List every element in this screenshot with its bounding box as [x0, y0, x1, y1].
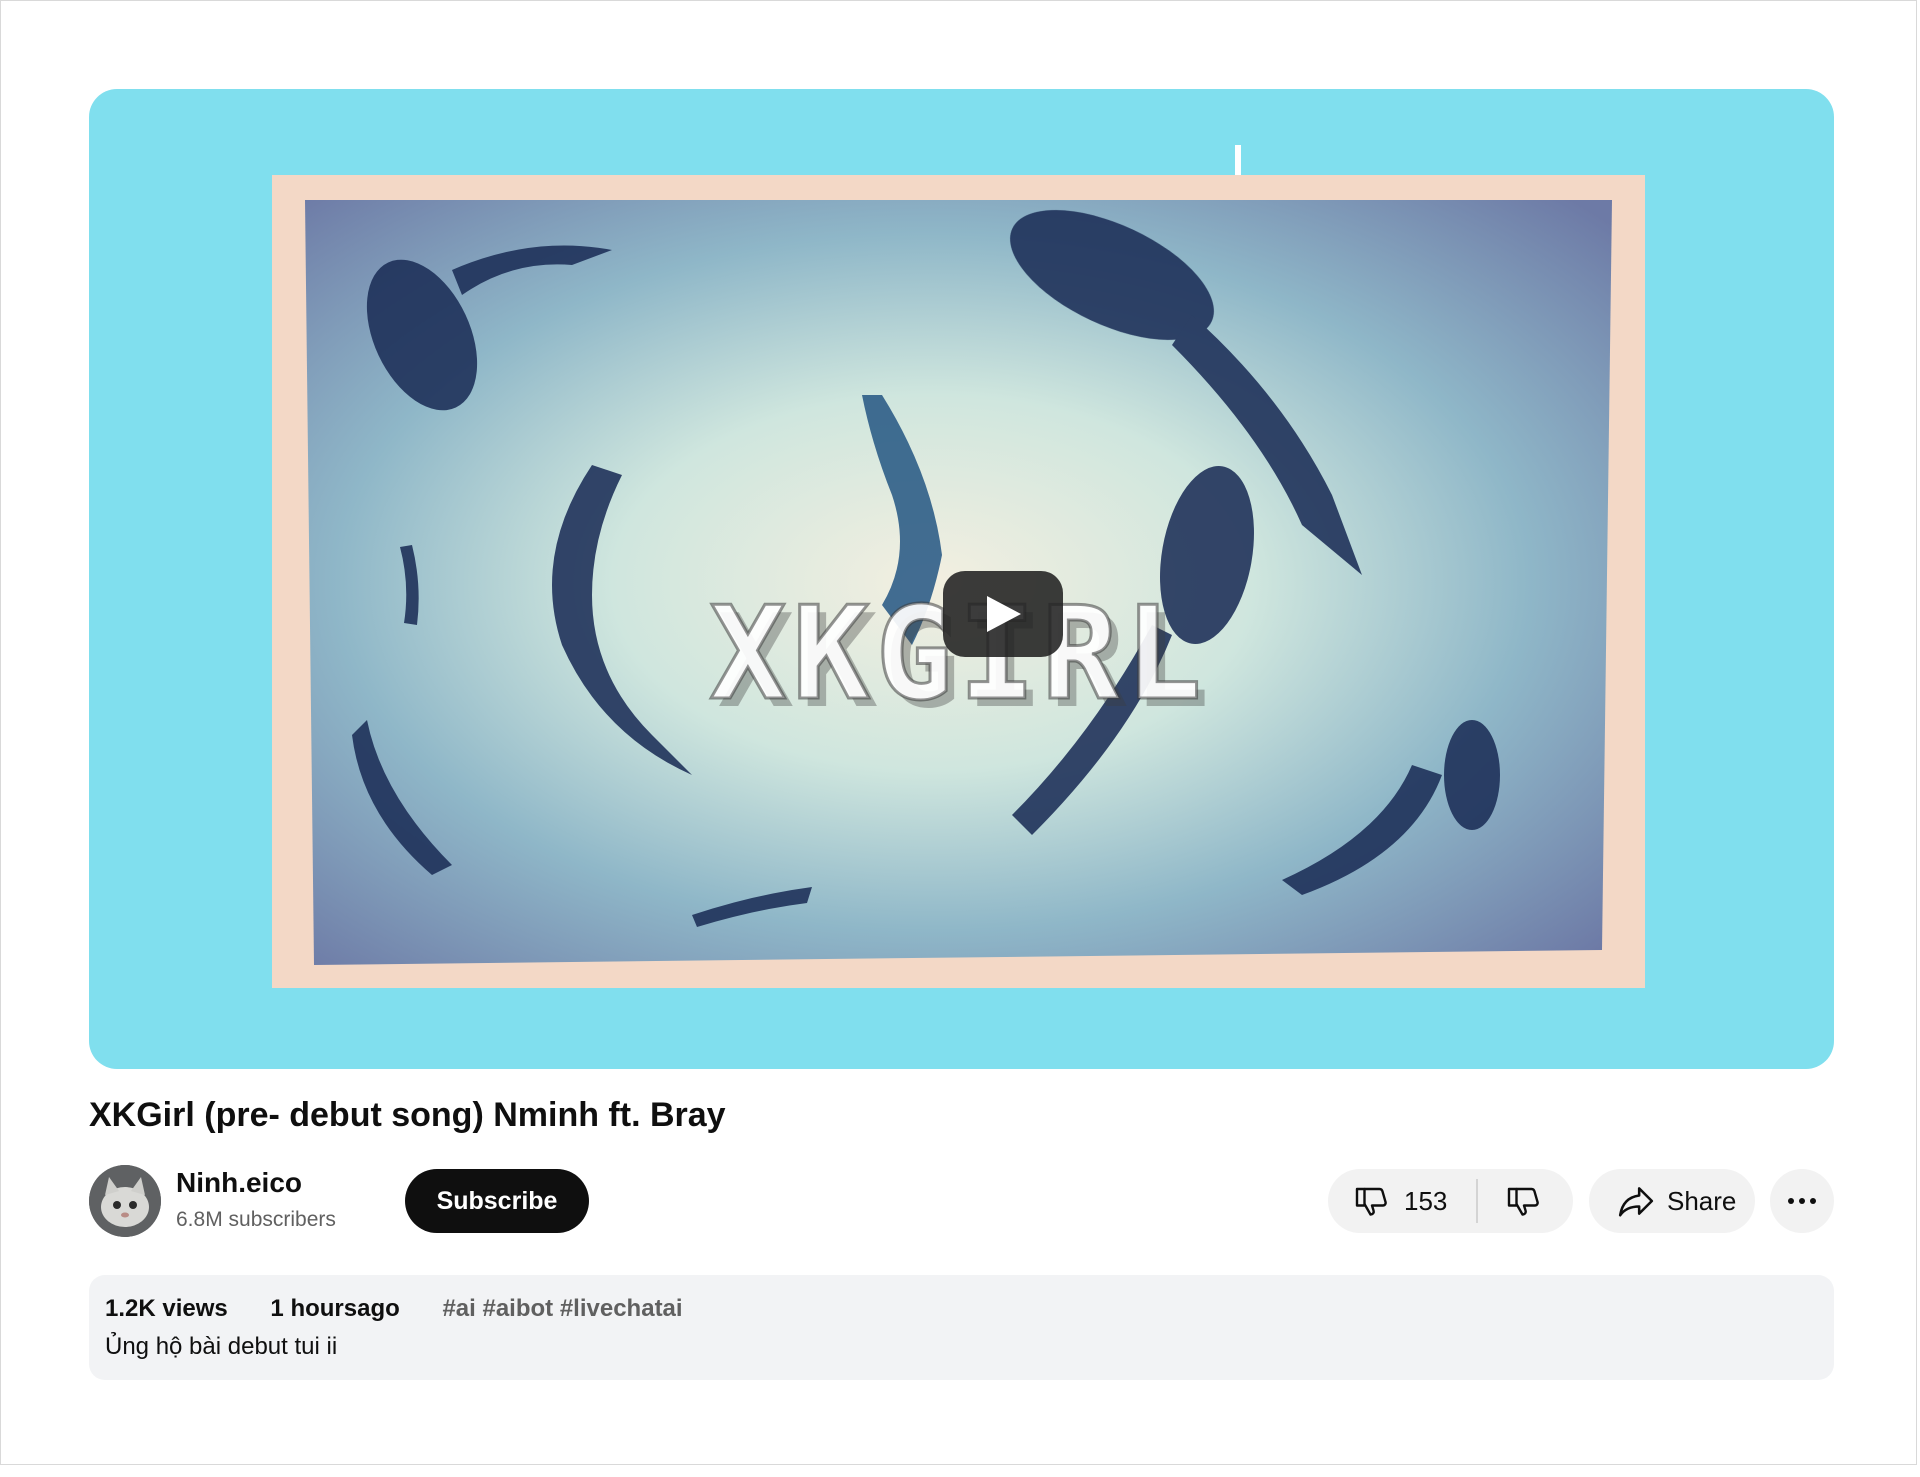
- more-actions-button[interactable]: [1770, 1169, 1834, 1233]
- thumbs-down-icon: [1507, 1187, 1539, 1216]
- channel-name[interactable]: Ninh.eico: [176, 1167, 302, 1199]
- video-title: XKGirl (pre- debut song) Nminh ft. Bray: [89, 1096, 726, 1134]
- play-button[interactable]: [943, 571, 1063, 657]
- view-count: 1.2K views: [105, 1295, 228, 1322]
- upload-time: 1 hoursago: [270, 1295, 400, 1322]
- share-label: Share: [1667, 1185, 1737, 1216]
- subscribe-button[interactable]: Subscribe: [405, 1169, 589, 1233]
- description-box[interactable]: 1.2K views 1 hoursago #ai #aibot #livech…: [89, 1275, 1834, 1380]
- thumbs-down-icon: [1355, 1187, 1387, 1216]
- cat-avatar-image: [89, 1165, 161, 1237]
- share-button[interactable]: Share: [1589, 1169, 1755, 1233]
- like-button[interactable]: 153: [1328, 1179, 1478, 1223]
- hashtags[interactable]: #ai #aibot #livechatai: [442, 1295, 682, 1323]
- description-text: Ủng hộ bài debut tui ii: [105, 1333, 338, 1360]
- video-player[interactable]: XKGIRL: [89, 89, 1834, 1069]
- channel-avatar[interactable]: [89, 1165, 161, 1237]
- like-dislike-group: 153: [1328, 1169, 1573, 1233]
- dislike-button[interactable]: [1478, 1183, 1542, 1219]
- like-count: 153: [1404, 1185, 1448, 1216]
- video-page: XKGIRL XKGirl (pre- debut song) Nminh ft…: [0, 0, 1917, 1465]
- more-horizontal-icon: [1788, 1198, 1816, 1204]
- share-icon: [1618, 1187, 1654, 1217]
- player-tick-mark: [1235, 145, 1241, 175]
- subscriber-count: 6.8M subscribers: [176, 1208, 336, 1231]
- play-icon: [987, 596, 1021, 632]
- description-meta: 1.2K views 1 hoursago #ai #aibot #livech…: [105, 1295, 683, 1323]
